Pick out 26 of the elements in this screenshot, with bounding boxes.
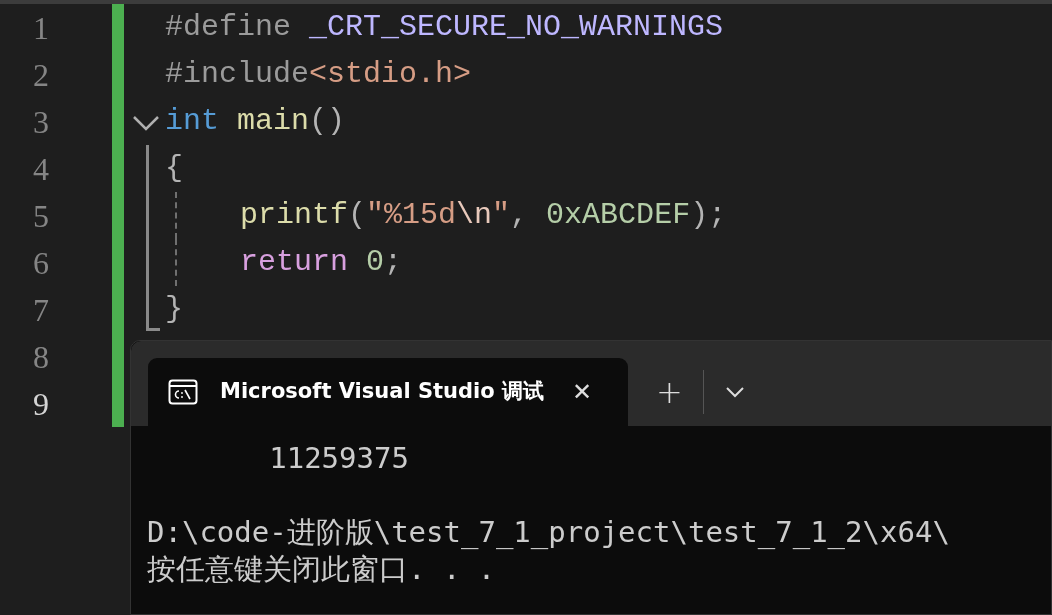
console-output: 11259375 <box>268 441 409 475</box>
code-line: { <box>165 150 183 187</box>
line-number: 1 <box>32 8 50 48</box>
console-output: 按任意键关闭此窗口. . . <box>147 552 496 586</box>
line-number: 5 <box>32 196 50 236</box>
code-line: #define _CRT_SECURE_NO_WARNINGS <box>165 9 724 46</box>
line-number: 2 <box>32 55 50 95</box>
code-line: int main() <box>165 103 346 140</box>
code-line: printf("%15d\n", 0xABCDEF); <box>240 197 727 234</box>
chevron-down-icon[interactable] <box>725 386 744 398</box>
close-tab-button[interactable]: ✕ <box>572 374 593 410</box>
line-number: 9 <box>32 384 50 424</box>
code-line: #include<stdio.h> <box>165 56 472 93</box>
console-output: D:\code-进阶版\test_7_1_project\test_7_1_2\x64\ <box>147 515 950 549</box>
chevron-down-icon[interactable] <box>132 115 160 131</box>
line-number: 4 <box>32 149 50 189</box>
terminal-tab[interactable]: Microsoft Visual Studio 调试 ✕ <box>148 358 628 426</box>
tab-title: Microsoft Visual Studio 调试 <box>220 378 546 406</box>
console-icon <box>168 379 198 405</box>
line-number: 7 <box>32 290 50 330</box>
line-number: 6 <box>32 243 50 283</box>
new-tab-button[interactable]: + <box>656 368 683 416</box>
line-number: 8 <box>32 337 50 377</box>
code-line: return 0; <box>240 244 403 281</box>
line-number: 3 <box>32 102 50 142</box>
code-line: } <box>165 291 183 328</box>
